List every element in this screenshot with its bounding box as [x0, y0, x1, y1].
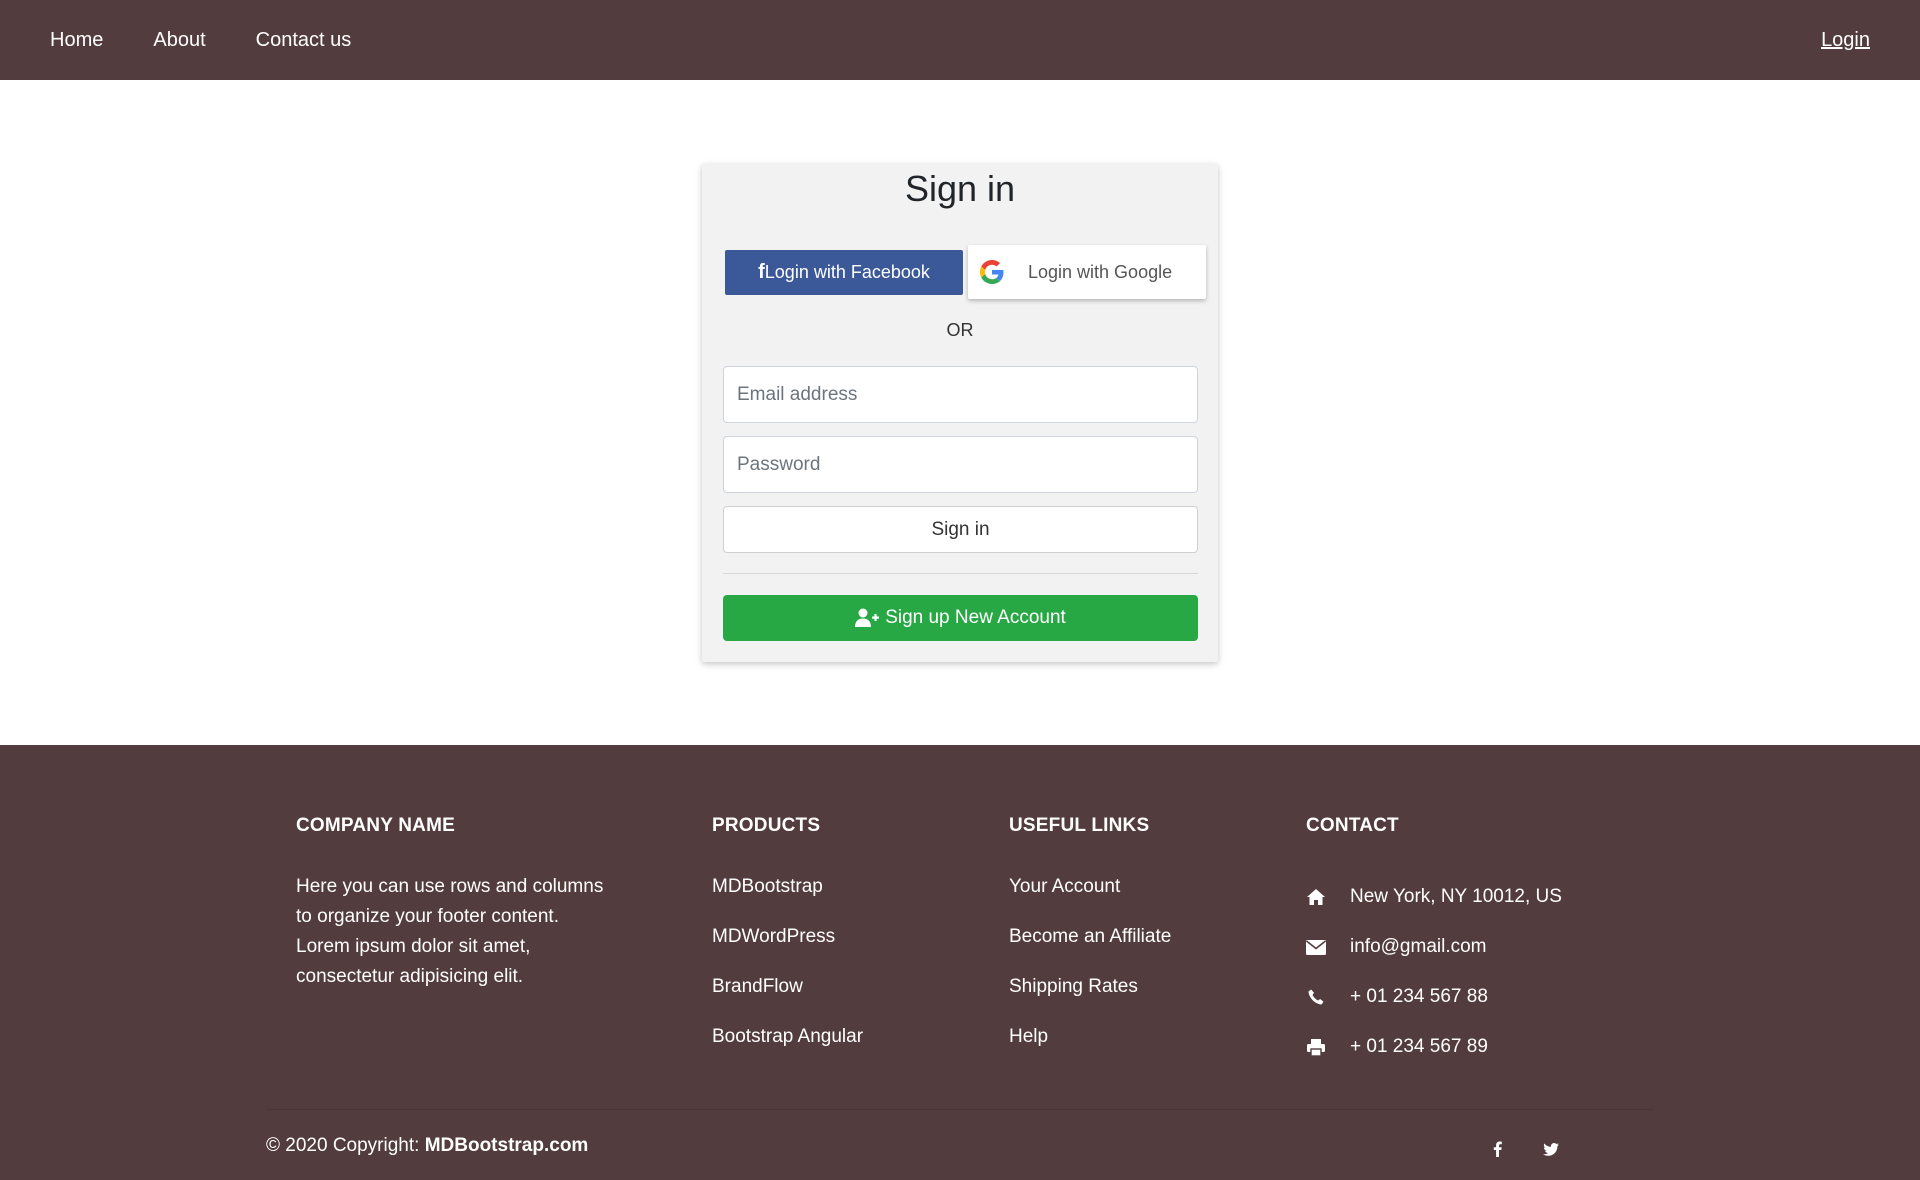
nav-login-link[interactable]: Login [1821, 29, 1870, 51]
contact-phone-text: + 01 234 567 88 [1350, 986, 1488, 1007]
email-field[interactable] [723, 366, 1198, 423]
password-field[interactable] [723, 436, 1198, 493]
user-plus-icon [855, 608, 880, 627]
contact-item-email: info@gmail.com [1306, 922, 1636, 972]
footer-company-line: to organize your footer content. [296, 906, 559, 927]
contact-item-address: New York, NY 10012, US [1306, 872, 1636, 922]
contact-fax-text: + 01 234 567 89 [1350, 1036, 1488, 1057]
login-with-facebook-label: Login with Facebook [764, 262, 930, 282]
footer-useful-links-column: USEFUL LINKS Your Account Become an Affi… [1009, 815, 1249, 1072]
contact-address-text: New York, NY 10012, US [1350, 886, 1562, 907]
copyright-link[interactable]: MDBootstrap.com [425, 1135, 589, 1156]
facebook-icon: f [758, 261, 765, 283]
envelope-icon [1306, 937, 1326, 957]
footer-useful-links-list: Your Account Become an Affiliate Shippin… [1009, 872, 1249, 1072]
nav-right: Login [1821, 29, 1870, 52]
footer-company-heading: COMPANY NAME [296, 815, 455, 836]
top-navbar: Home About Contact us Login [0, 0, 1920, 80]
footer-products-column: PRODUCTS MDBootstrap MDWordPress BrandFl… [712, 815, 952, 1072]
footer-product-link[interactable]: MDBootstrap [712, 872, 952, 922]
signin-title: Sign in [904, 168, 1016, 209]
footer-company-text: Here you can use rows and columns to org… [296, 872, 636, 992]
login-with-facebook-button[interactable]: f Login with Facebook [725, 250, 963, 295]
nav-item-contact-us[interactable]: Contact us [256, 29, 352, 52]
footer-divider [266, 1109, 1654, 1110]
nav-links: Home About Contact us [50, 29, 401, 52]
google-icon [980, 260, 1004, 284]
phone-icon [1306, 987, 1326, 1007]
or-separator: OR [946, 320, 974, 340]
home-icon [1306, 887, 1326, 907]
login-with-google-label: Login with Google [1028, 261, 1173, 282]
contact-item-phone: + 01 234 567 88 [1306, 972, 1636, 1022]
footer-products-list: MDBootstrap MDWordPress BrandFlow Bootst… [712, 872, 952, 1072]
footer-useful-link[interactable]: Shipping Rates [1009, 972, 1249, 1022]
footer-company-line: consectetur adipisicing elit. [296, 966, 524, 987]
footer-useful-link[interactable]: Your Account [1009, 872, 1249, 922]
contact-item-fax: + 01 234 567 89 [1306, 1022, 1636, 1072]
copyright: © 2020 Copyright: MDBootstrap.com [266, 1135, 588, 1157]
footer-useful-link[interactable]: Become an Affiliate [1009, 922, 1249, 972]
footer-contact-list: New York, NY 10012, US info@gmail.com + … [1306, 872, 1636, 1072]
footer: COMPANY NAME Here you can use rows and c… [0, 745, 1920, 1180]
copyright-prefix: © 2020 Copyright: [266, 1135, 425, 1156]
twitter-icon[interactable] [1540, 1138, 1562, 1160]
print-icon [1306, 1037, 1326, 1057]
signup-new-account-label: Sign up New Account [885, 607, 1066, 628]
footer-company-column: COMPANY NAME Here you can use rows and c… [296, 815, 636, 992]
footer-useful-links-heading: USEFUL LINKS [1009, 815, 1150, 836]
footer-product-link[interactable]: Bootstrap Angular [712, 1022, 952, 1072]
footer-product-link[interactable]: BrandFlow [712, 972, 952, 1022]
footer-useful-link[interactable]: Help [1009, 1022, 1249, 1072]
signup-new-account-button[interactable]: Sign up New Account [723, 595, 1198, 641]
nav-item-home[interactable]: Home [50, 29, 103, 52]
signin-button[interactable]: Sign in [723, 506, 1198, 553]
footer-products-heading: PRODUCTS [712, 815, 821, 836]
footer-contact-column: CONTACT New York, NY 10012, US info@gmai… [1306, 815, 1636, 1072]
footer-company-line: Here you can use rows and columns [296, 876, 604, 897]
footer-contact-heading: CONTACT [1306, 815, 1399, 836]
nav-item-about[interactable]: About [153, 29, 205, 52]
facebook-icon[interactable] [1486, 1138, 1508, 1160]
contact-email-text: info@gmail.com [1350, 936, 1487, 957]
footer-product-link[interactable]: MDWordPress [712, 922, 952, 972]
login-with-google-button[interactable]: Login with Google [968, 245, 1206, 299]
footer-company-line: Lorem ipsum dolor sit amet, [296, 936, 531, 957]
card-divider [723, 573, 1198, 574]
signin-card: Sign in f Login with Facebook Login with… [702, 164, 1218, 662]
